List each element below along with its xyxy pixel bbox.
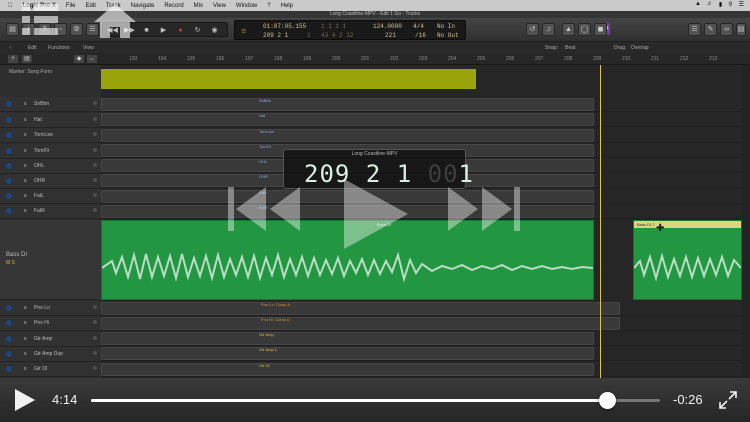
progress-thumb[interactable]	[599, 392, 617, 409]
remaining-time: -0:26	[673, 392, 703, 407]
timecode-dim: 00	[427, 160, 459, 188]
play-large-icon[interactable]	[340, 177, 410, 251]
skip-back-icon[interactable]	[226, 185, 304, 233]
home-icon[interactable]	[92, 2, 138, 48]
elapsed-time: 4:14	[52, 392, 78, 407]
timecode-title: Long Coastline-MPV	[351, 151, 398, 157]
video-player-bar: 4:14 -0:26	[0, 378, 750, 422]
progress-track[interactable]	[91, 392, 660, 409]
skip-forward-icon[interactable]	[444, 185, 522, 233]
fullscreen-icon[interactable]	[718, 390, 738, 410]
timecode-tick: 1	[458, 160, 474, 188]
play-button[interactable]	[12, 388, 36, 412]
list-menu-icon[interactable]	[20, 2, 60, 46]
progress-fill	[91, 399, 608, 402]
